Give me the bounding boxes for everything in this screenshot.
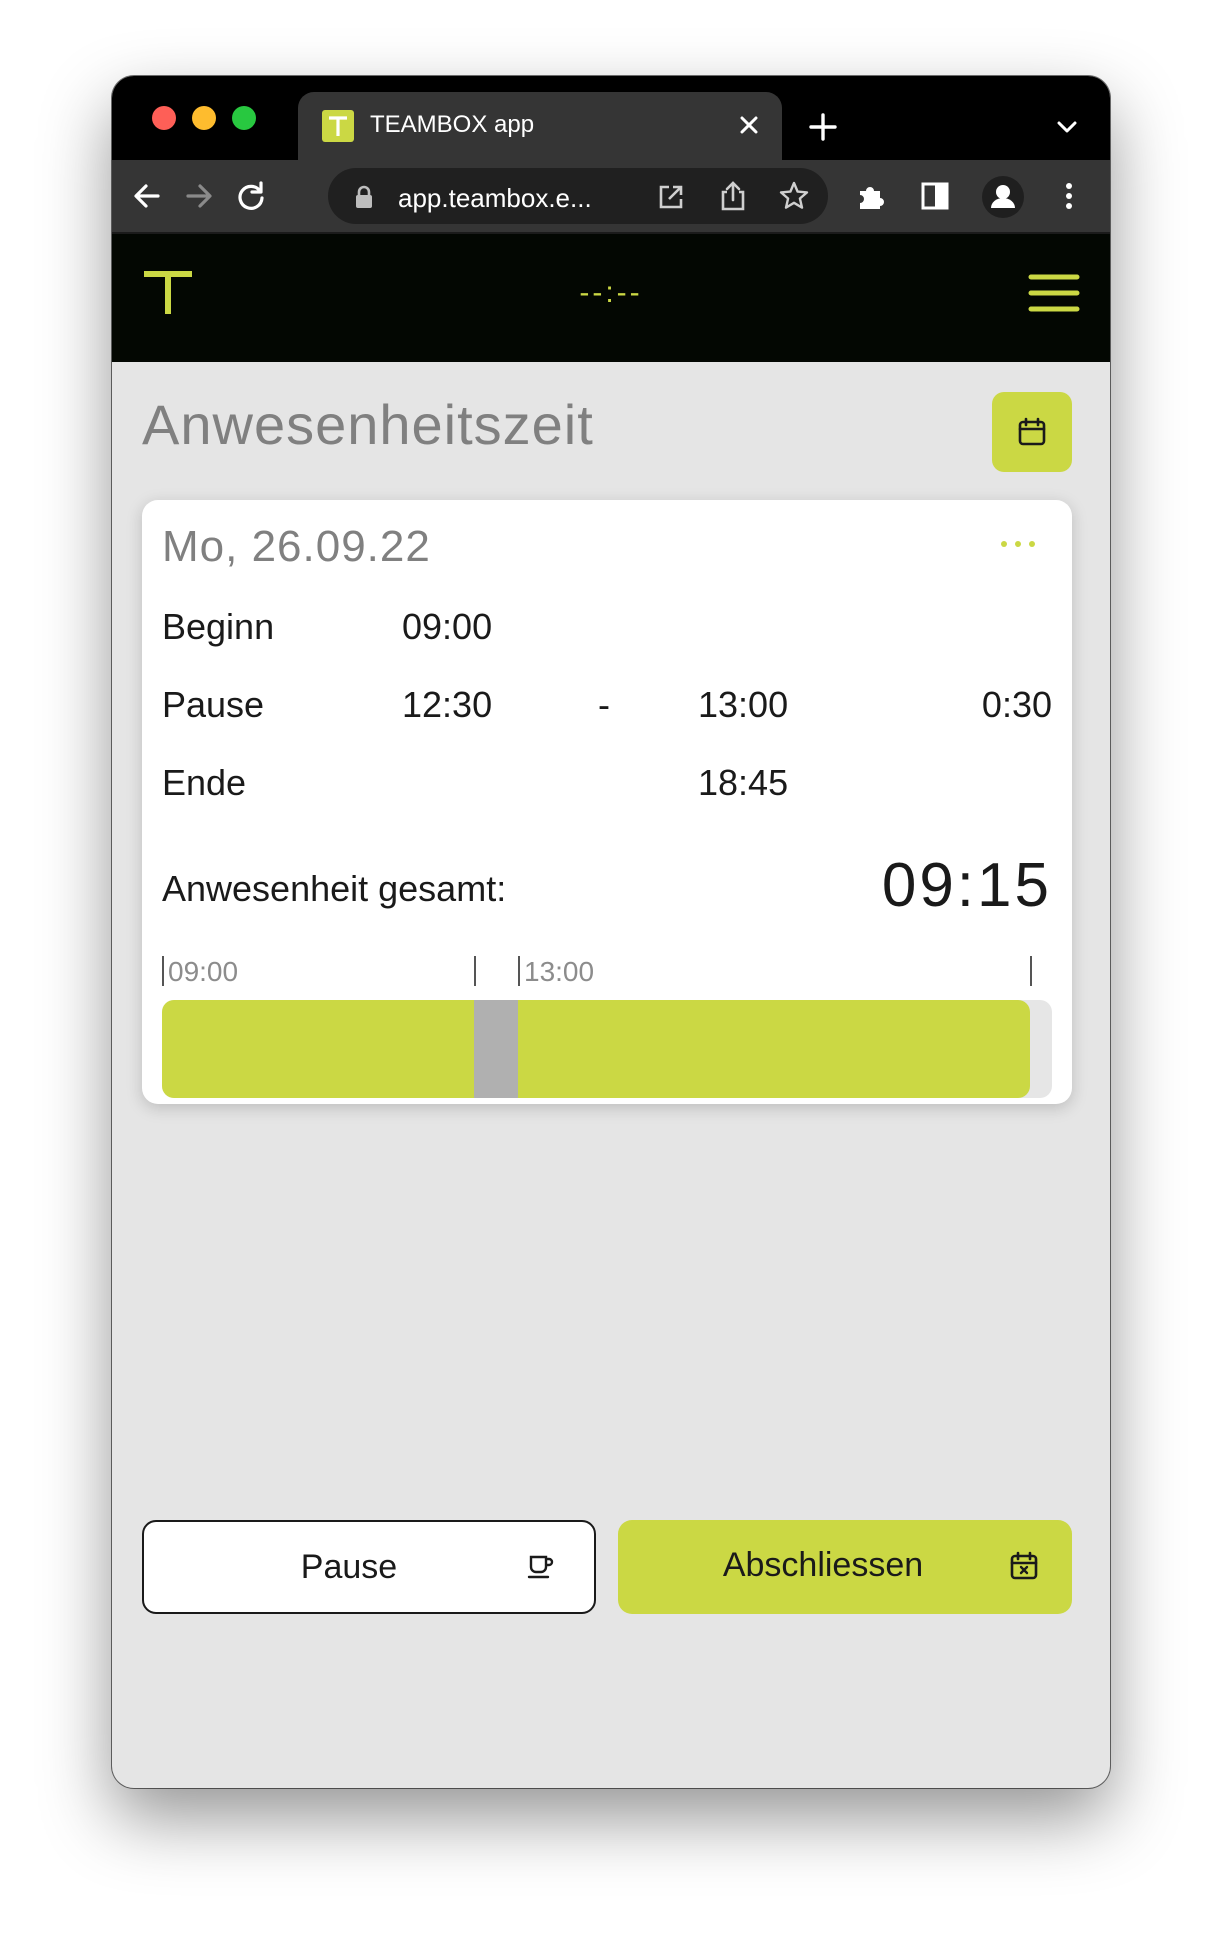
tick-mark-break-end [518,956,520,986]
break-end-time[interactable]: 13:00 [698,684,788,726]
day-card: Mo, 26.09.22 Beginn 09:00 Pause 12:30 - … [142,500,1072,1104]
browser-toolbar: app.teambox.e... [112,160,1110,234]
tick-mark-end [1029,956,1032,986]
open-external-icon[interactable] [656,182,686,212]
sidepanel-icon[interactable] [918,179,952,213]
finish-button[interactable]: Abschliessen [618,1520,1072,1614]
break-label: Pause [162,684,265,725]
extensions-icon[interactable] [854,179,888,213]
back-arrow-icon[interactable] [130,179,164,213]
calendar-button[interactable] [992,392,1072,472]
pause-button-label: Pause [300,1548,398,1586]
browser-window: TEAMBOX app app.teambox.e... --:-- Anwes… [112,76,1110,1788]
end-label: Ende [162,762,247,803]
kebab-menu-icon[interactable] [1052,179,1086,213]
reload-icon[interactable] [234,179,268,213]
tick-mark-break-start [473,956,476,986]
total-label: Anwesenheit gesamt: [162,868,507,909]
timeline-track [162,1000,1052,1098]
maximize-window-button[interactable] [232,106,256,130]
timeline-mid-label: 13:00 [524,956,595,987]
lock-icon [356,185,372,208]
header-clock: --:-- [579,276,643,309]
close-icon[interactable] [734,110,764,140]
timeline-work-segment-morning [162,1000,474,1098]
hamburger-menu-icon[interactable] [1028,272,1080,314]
url-text: app.teambox.e... [398,183,592,213]
calendar-icon [1018,417,1046,446]
plus-icon[interactable] [806,110,840,144]
finish-button-label: Abschliessen [722,1546,924,1584]
chevron-down-icon[interactable] [1054,114,1080,140]
pause-button[interactable]: Pause [142,1520,596,1614]
more-options-icon[interactable] [998,538,1038,550]
total-value: 09:15 [881,851,1052,920]
address-bar[interactable]: app.teambox.e... [328,168,828,224]
forward-arrow-icon[interactable] [182,179,216,213]
share-icon[interactable] [718,180,748,212]
start-label: Beginn [162,606,275,647]
calendar-x-icon [1010,1551,1038,1580]
browser-tab[interactable]: TEAMBOX app [298,92,782,160]
app-header: --:-- [112,234,1110,362]
profile-icon[interactable] [982,176,1024,218]
minimize-window-button[interactable] [192,106,216,130]
break-start-time[interactable]: 12:30 [402,684,492,726]
tab-strip: TEAMBOX app [112,76,1110,160]
start-time[interactable]: 09:00 [402,606,492,648]
timeline-start-label: 09:00 [168,956,239,987]
break-dash: - [598,684,610,725]
teambox-favicon-icon [322,110,354,142]
timeline-work-segment-afternoon [518,1000,1030,1098]
star-icon[interactable] [778,180,810,212]
tab-title: TEAMBOX app [370,111,535,138]
end-time[interactable]: 18:45 [698,762,788,804]
timeline-break-segment [473,1000,518,1098]
coffee-cup-icon [527,1555,554,1579]
page-title: Anwesenheitszeit [142,393,594,456]
close-window-button[interactable] [152,106,176,130]
card-date: Mo, 26.09.22 [162,522,431,571]
break-duration: 0:30 [981,684,1052,725]
tick-mark-start [162,956,164,986]
